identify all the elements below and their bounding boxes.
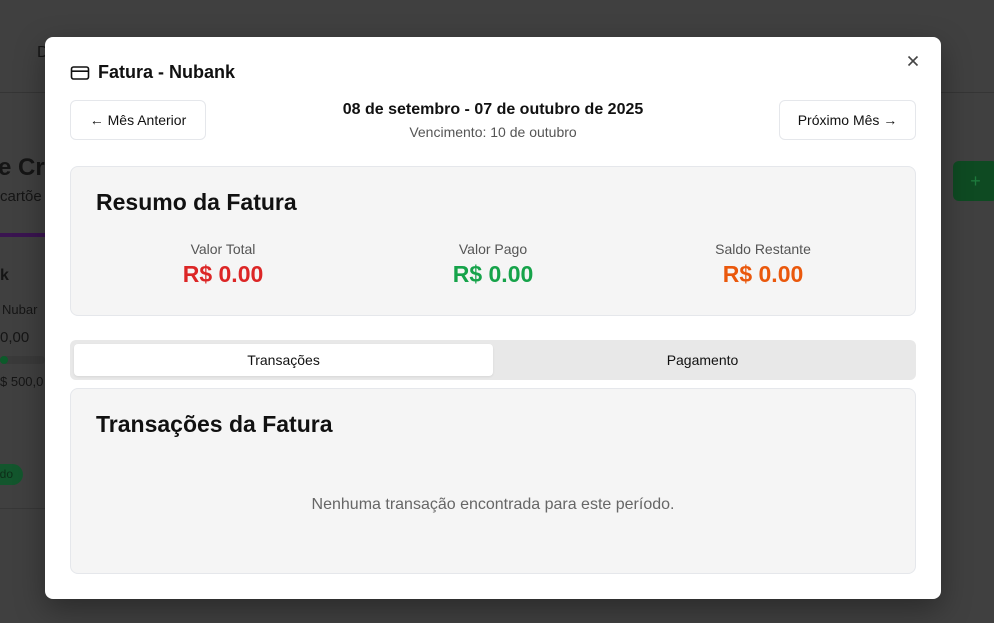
modal-title: Fatura - Nubank	[70, 62, 235, 83]
bg-add-button: +	[953, 161, 994, 201]
bg-status-badge: do	[0, 464, 23, 485]
remaining-label: Saldo Restante	[715, 241, 811, 257]
previous-month-button[interactable]: ← Mês Anterior	[70, 100, 206, 140]
remaining-stat: Saldo Restante R$ 0.00	[663, 241, 863, 288]
tab-transactions[interactable]: Transações	[74, 344, 493, 376]
remaining-value: R$ 0.00	[722, 261, 804, 287]
paid-stat: Valor Pago R$ 0.00	[393, 241, 593, 288]
bg-card-name: k	[0, 267, 9, 284]
summary-heading: Resumo da Fatura	[96, 189, 297, 215]
transactions-heading: Transações da Fatura	[96, 411, 333, 437]
paid-value: R$ 0.00	[452, 261, 534, 287]
bg-progress-fill	[0, 356, 8, 364]
total-label: Valor Total	[190, 241, 256, 257]
bg-card-accent	[0, 233, 45, 237]
paid-label: Valor Pago	[458, 241, 528, 257]
credit-card-icon	[70, 63, 90, 83]
empty-state-message: Nenhuma transação encontrada para este p…	[311, 496, 675, 513]
total-stat: Valor Total R$ 0.00	[123, 241, 323, 288]
close-icon	[907, 55, 919, 67]
modal-title-text: Fatura - Nubank	[98, 62, 236, 82]
transactions-card: Transações da Fatura Nenhuma transação e…	[70, 388, 916, 574]
invoice-modal: Fatura - Nubank 08 de setembro - 07 de o…	[45, 37, 941, 599]
invoice-tabs: Transações Pagamento	[70, 340, 916, 380]
close-button[interactable]	[903, 53, 923, 73]
next-month-button[interactable]: Próximo Mês →	[779, 100, 916, 140]
tab-payment[interactable]: Pagamento	[493, 344, 912, 376]
bg-divider	[0, 508, 45, 509]
bg-page-subtitle: cartõe	[0, 188, 42, 205]
invoice-summary-card: Resumo da Fatura Valor Total R$ 0.00 Val…	[70, 166, 916, 316]
bg-card-limit: $ 500,0	[0, 374, 44, 389]
bg-card-bank: Nubar	[2, 302, 38, 317]
total-value: R$ 0.00	[182, 261, 264, 287]
bg-card-value: 0,00	[0, 329, 30, 346]
